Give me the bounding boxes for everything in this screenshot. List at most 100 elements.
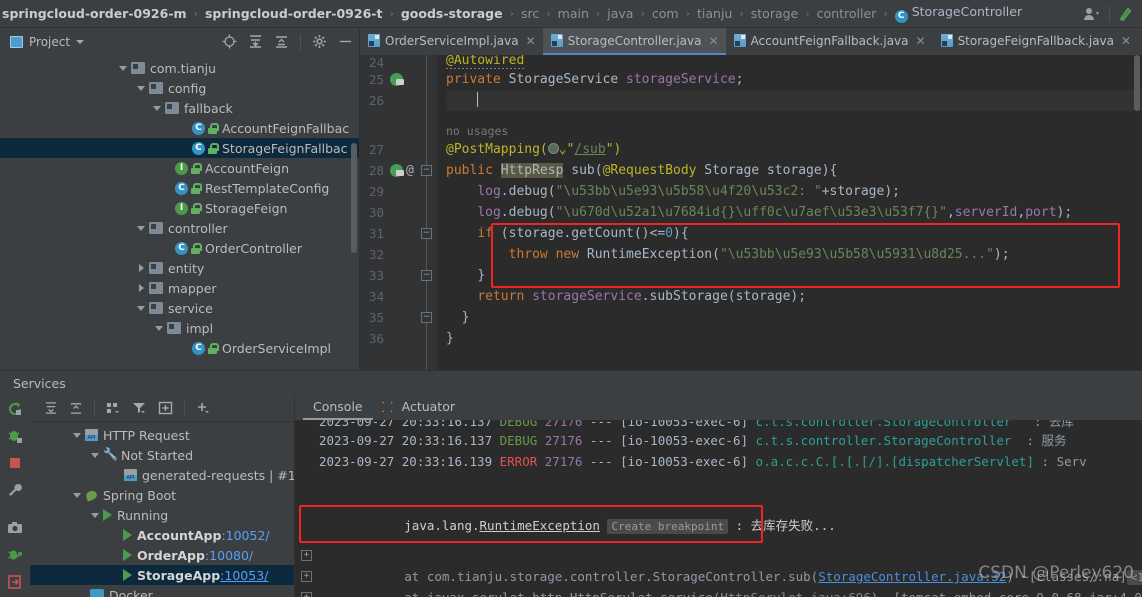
breadcrumb-item-8[interactable]: storage <box>749 6 801 21</box>
collapse-all-icon[interactable] <box>274 34 289 49</box>
tree-node-fallback[interactable]: fallback <box>0 98 359 118</box>
tab-orderserviceimpl[interactable]: OrderServiceImpl.java ✕ <box>360 28 543 55</box>
chevron-down-icon[interactable] <box>72 430 82 440</box>
tree-node-storagefeign[interactable]: I StorageFeign <box>0 198 359 218</box>
tab-storagecontroller[interactable]: StorageController.java ✕ <box>542 28 726 55</box>
tree-node-resttemplateconfig[interactable]: C RestTemplateConfig <box>0 178 359 198</box>
editor-gutter[interactable]: 24 25 26 27 28 @ − 29 30 31 − 32 33 − 34 3… <box>360 55 438 370</box>
collapse-all-icon[interactable] <box>69 401 83 415</box>
breadcrumb-item-6[interactable]: com <box>650 6 681 21</box>
chevron-down-icon[interactable] <box>152 103 162 113</box>
chevron-down-icon[interactable] <box>118 63 128 73</box>
tree-node-accountfeignfallback[interactable]: C AccountFeignFallbac <box>0 118 359 138</box>
chevron-down-icon[interactable] <box>136 223 146 233</box>
tab-storagefeignfallback[interactable]: StorageFeignFallback.java ✕ <box>933 28 1139 55</box>
stack-frame-link[interactable]: StorageController.java:32 <box>818 569 1006 584</box>
tree-node-accountfeign[interactable]: I AccountFeign <box>0 158 359 178</box>
stack-frame-link[interactable]: HttpServlet.java:696 <box>720 590 871 597</box>
tab-console[interactable]: Console <box>303 395 373 420</box>
breadcrumb-item-5[interactable]: java <box>605 6 635 21</box>
tree-node-config[interactable]: config <box>0 78 359 98</box>
service-node-port[interactable]: :10052/ <box>221 528 269 543</box>
service-node-port[interactable]: :10053/ <box>220 568 268 583</box>
fold-end-icon[interactable]: − <box>421 270 432 281</box>
tree-node-impl[interactable]: impl <box>0 318 359 338</box>
tree-node-ordercontroller[interactable]: C OrderController <box>0 238 359 258</box>
service-node-running[interactable]: Running <box>30 505 294 525</box>
create-breakpoint-chip[interactable]: Create breakpoint <box>607 519 729 534</box>
service-node-spring-boot[interactable]: Spring Boot <box>30 485 294 505</box>
user-account-icon[interactable] <box>1083 6 1101 22</box>
breadcrumb-item-9[interactable]: controller <box>815 6 879 21</box>
run-gutter-icon[interactable] <box>390 164 404 177</box>
tree-node-storagefeignfallback[interactable]: C StorageFeignFallbac <box>0 138 359 158</box>
tree-node-orderserviceimpl[interactable]: C OrderServiceImpl <box>0 338 359 358</box>
breadcrumb-item-2[interactable]: goods-storage <box>399 6 505 21</box>
tab-accountfeignfallback[interactable]: AccountFeignFallback.java ✕ <box>726 28 933 55</box>
stop-icon[interactable] <box>7 455 23 471</box>
chevron-down-icon[interactable] <box>76 39 85 44</box>
chevron-right-icon[interactable] <box>136 263 146 273</box>
tree-node-com-tianju[interactable]: com.tianju <box>0 58 359 78</box>
tree-node-service[interactable]: service <box>0 298 359 318</box>
locate-icon[interactable] <box>222 34 237 49</box>
add-tab-icon[interactable] <box>158 401 173 415</box>
fold-icon[interactable]: + <box>301 571 312 582</box>
editor-text[interactable]: @Autowired private StorageService storag… <box>438 55 1142 370</box>
search-everywhere-icon[interactable] <box>1118 6 1136 22</box>
tab-actuator[interactable]: Actuator <box>373 395 465 420</box>
tab-overflow[interactable] <box>1138 28 1142 55</box>
exit-icon[interactable] <box>7 574 23 590</box>
debug-icon[interactable] <box>7 428 23 444</box>
attach-debugger-icon[interactable] <box>7 547 23 563</box>
service-node-storageapp[interactable]: StorageApp :10053/ <box>30 565 294 585</box>
tree-node-entity[interactable]: entity <box>0 258 359 278</box>
gear-icon[interactable] <box>312 34 327 49</box>
breadcrumb-item-1[interactable]: springcloud-order-0926-t <box>203 6 384 21</box>
service-node-docker[interactable]: Docker <box>30 585 294 597</box>
web-endpoint-icon[interactable] <box>547 143 559 154</box>
project-tree-scrollbar[interactable] <box>351 143 357 253</box>
plus-icon[interactable] <box>196 401 211 415</box>
group-icon[interactable] <box>106 401 121 415</box>
annotation-gutter-icon[interactable]: @ <box>406 163 414 178</box>
close-icon[interactable]: ✕ <box>916 34 926 48</box>
service-node-port[interactable]: :10080/ <box>205 548 253 563</box>
filter-icon[interactable] <box>132 401 147 415</box>
service-node-accountapp[interactable]: AccountApp :10052/ <box>30 525 294 545</box>
console-output[interactable]: 2023-09-27 20:33:16.137 DEBUG 27176 --- … <box>295 420 1142 597</box>
fold-end-icon[interactable]: − <box>421 312 432 323</box>
chevron-down-icon[interactable] <box>72 490 82 500</box>
run-gutter-icon[interactable] <box>390 73 404 86</box>
service-node-not-started[interactable]: Not Started <box>30 445 294 465</box>
chevron-down-icon[interactable] <box>136 303 146 313</box>
expand-all-icon[interactable] <box>248 34 263 49</box>
expand-all-icon[interactable] <box>44 401 58 415</box>
chevron-down-icon[interactable] <box>90 510 100 520</box>
tree-node-mapper[interactable]: mapper <box>0 278 359 298</box>
services-tree[interactable]: HTTP Request Not Started generated-reque… <box>30 422 294 597</box>
tree-node-controller[interactable]: controller <box>0 218 359 238</box>
wrench-icon[interactable] <box>7 482 23 498</box>
chevron-right-icon[interactable] <box>136 283 146 293</box>
close-icon[interactable]: ✕ <box>526 34 536 48</box>
services-panel-title[interactable]: Services <box>0 370 1142 395</box>
service-node-generated-requests[interactable]: generated-requests | #188 <box>30 465 294 485</box>
chevron-down-icon[interactable] <box>136 83 146 93</box>
breadcrumb-item-0[interactable]: springcloud-order-0926-m <box>0 6 189 21</box>
camera-icon[interactable] <box>7 520 23 536</box>
fold-icon[interactable]: + <box>301 592 312 597</box>
project-tree[interactable]: com.tianju config fallback C AccountFeig… <box>0 55 360 370</box>
chevron-down-icon[interactable] <box>90 450 100 460</box>
stack-line-1[interactable]: + at javax.servlet.http.HttpServlet.serv… <box>301 545 1142 597</box>
breadcrumb-item-4[interactable]: main <box>556 6 591 21</box>
hide-panel-icon[interactable] <box>338 34 353 49</box>
fold-collapse-icon[interactable]: − <box>421 228 432 239</box>
breadcrumb-item-3[interactable]: src <box>519 6 541 21</box>
project-panel-title[interactable]: Project <box>10 35 222 49</box>
service-node-http-request[interactable]: HTTP Request <box>30 425 294 445</box>
service-node-orderapp[interactable]: OrderApp :10080/ <box>30 545 294 565</box>
exception-type[interactable]: RuntimeException <box>480 518 600 533</box>
close-icon[interactable]: ✕ <box>709 34 719 48</box>
fold-icon[interactable]: + <box>301 550 312 561</box>
